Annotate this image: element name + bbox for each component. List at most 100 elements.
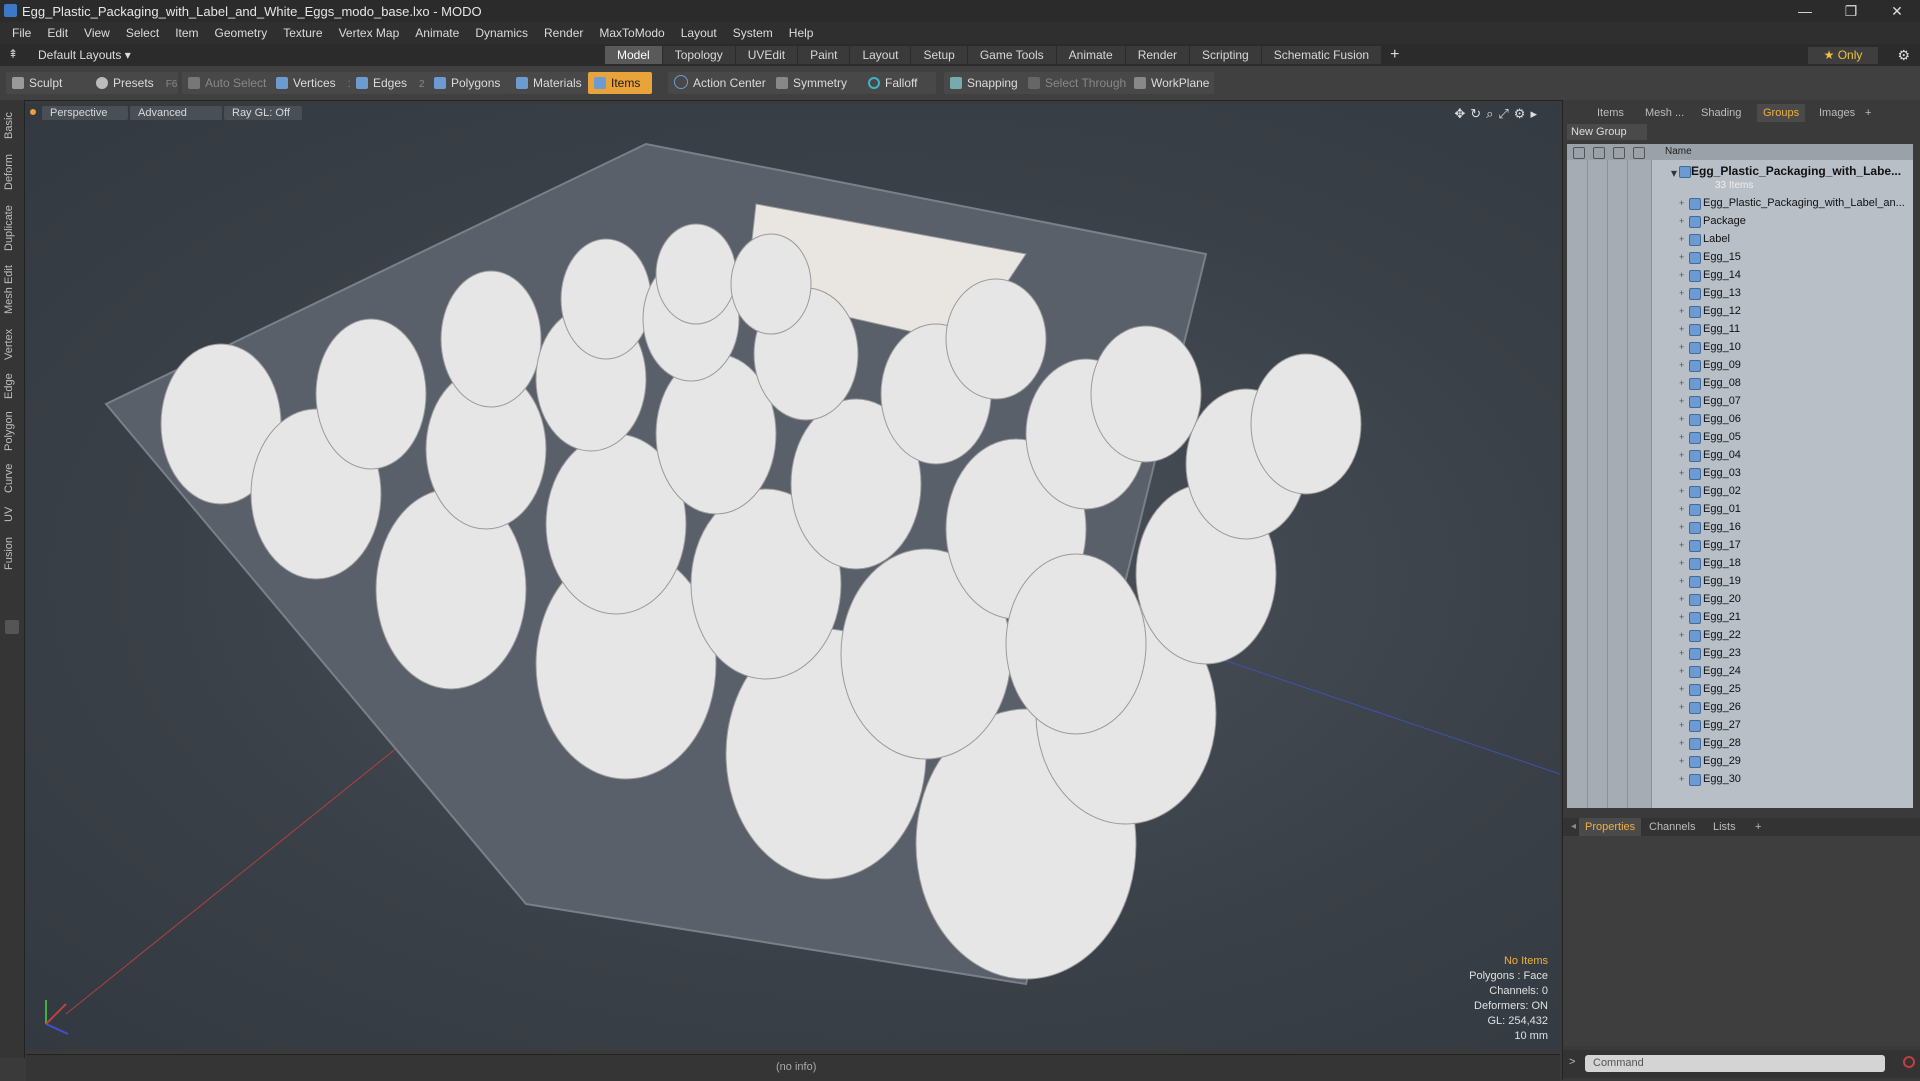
menu-edit[interactable]: Edit [39, 22, 76, 44]
expand-icon[interactable]: + [1679, 518, 1684, 536]
tab-lists[interactable]: Lists [1707, 818, 1742, 836]
tab-render[interactable]: Render [1125, 46, 1191, 64]
group-child-item[interactable]: + Egg_28 [1567, 734, 1913, 752]
group-name[interactable]: Egg_Plastic_Packaging_with_Labe... [1691, 164, 1901, 178]
shading-advanced-dropdown[interactable]: Advanced [130, 106, 222, 120]
menu-animate[interactable]: Animate [407, 22, 467, 44]
symmetry-button[interactable]: Symmetry [770, 72, 864, 94]
expand-icon[interactable]: + [1679, 212, 1684, 230]
group-child-item[interactable]: + Egg_21 [1567, 608, 1913, 626]
expand-icon[interactable]: + [1679, 374, 1684, 392]
expand-icon[interactable]: + [1679, 302, 1684, 320]
expand-icon[interactable]: + [1679, 752, 1684, 770]
add-properties-tab[interactable]: + [1749, 818, 1767, 836]
group-child-item[interactable]: + Label [1567, 230, 1913, 248]
group-child-item[interactable]: + Egg_07 [1567, 392, 1913, 410]
group-child-item[interactable]: + Package [1567, 212, 1913, 230]
sculpt-button[interactable]: Sculpt [6, 72, 94, 94]
command-input[interactable]: Command [1585, 1055, 1885, 1072]
expand-icon[interactable]: + [1679, 698, 1684, 716]
vtab-polygon[interactable]: Polygon [3, 408, 21, 454]
viewport-menu-icon[interactable] [30, 109, 36, 115]
expand-icon[interactable]: + [1679, 284, 1684, 302]
vtab-edge[interactable]: Edge [3, 370, 21, 402]
expand-icon[interactable]: + [1679, 446, 1684, 464]
collapse-icon[interactable]: ▾ [1671, 166, 1677, 180]
falloff-button[interactable]: Falloff [862, 72, 936, 94]
expand-icon[interactable]: + [1679, 410, 1684, 428]
menu-render[interactable]: Render [536, 22, 591, 44]
menu-system[interactable]: System [725, 22, 781, 44]
auto-select-button[interactable]: Auto Select [182, 72, 274, 94]
tab-schematic-fusion[interactable]: Schematic Fusion [1261, 46, 1383, 64]
3d-viewport[interactable]: Perspective Advanced Ray GL: Off ✥↻⌕⤢⚙▸ … [26, 104, 1560, 1050]
menu-item[interactable]: Item [167, 22, 206, 44]
menu-layout[interactable]: Layout [673, 22, 725, 44]
minimize-button[interactable]: — [1782, 0, 1828, 22]
add-panel-tab[interactable]: + [1859, 104, 1877, 122]
viewport-nav-icons[interactable]: ✥↻⌕⤢⚙▸ [1454, 106, 1542, 122]
add-tab-button[interactable]: + [1390, 46, 1399, 64]
tab-model[interactable]: Model [605, 46, 663, 64]
group-child-item[interactable]: + Egg_06 [1567, 410, 1913, 428]
group-child-item[interactable]: + Egg_03 [1567, 464, 1913, 482]
only-toggle[interactable]: ★ Only [1808, 47, 1878, 64]
expand-icon[interactable]: + [1679, 482, 1684, 500]
group-child-item[interactable]: + Egg_25 [1567, 680, 1913, 698]
vtab-fusion[interactable]: Fusion [3, 532, 21, 574]
expand-icon[interactable]: + [1679, 464, 1684, 482]
group-child-item[interactable]: + Egg_02 [1567, 482, 1913, 500]
group-child-item[interactable]: + Egg_15 [1567, 248, 1913, 266]
menu-geometry[interactable]: Geometry [207, 22, 276, 44]
vtab-deform[interactable]: Deform [3, 150, 21, 194]
expand-icon[interactable]: + [1679, 644, 1684, 662]
menu-maxtomodo[interactable]: MaxToModo [591, 22, 672, 44]
tab-scripting[interactable]: Scripting [1190, 46, 1262, 64]
presets-button[interactable]: Presets F6 [90, 72, 178, 94]
tab-channels[interactable]: Channels [1643, 818, 1701, 836]
expand-icon[interactable]: + [1679, 662, 1684, 680]
menu-vertex-map[interactable]: Vertex Map [331, 22, 408, 44]
close-button[interactable]: ✕ [1874, 0, 1920, 22]
new-group-button[interactable]: New Group [1567, 124, 1647, 140]
edges-button[interactable]: Edges 2 [350, 72, 440, 94]
expand-icon[interactable]: + [1679, 320, 1684, 338]
tab-paint[interactable]: Paint [798, 46, 851, 64]
items-button[interactable]: Items [588, 72, 652, 94]
expand-icon[interactable]: + [1679, 590, 1684, 608]
panel-toggle-icon[interactable] [5, 620, 19, 634]
expand-icon[interactable]: + [1679, 608, 1684, 626]
group-child-item[interactable]: + Egg_20 [1567, 590, 1913, 608]
tab-uvedit[interactable]: UVEdit [735, 46, 799, 64]
layout-toggle-icon[interactable]: ⇞ [8, 47, 18, 61]
eye-icon[interactable] [1573, 147, 1585, 159]
group-child-item[interactable]: + Egg_09 [1567, 356, 1913, 374]
group-child-item[interactable]: + Egg_27 [1567, 716, 1913, 734]
select-icon[interactable] [1633, 147, 1645, 159]
expand-icon[interactable]: + [1679, 500, 1684, 518]
tab-properties[interactable]: Properties [1579, 818, 1642, 836]
tab-mesh[interactable]: Mesh ... [1639, 104, 1690, 122]
expand-icon[interactable]: + [1679, 194, 1684, 212]
tab-groups[interactable]: Groups [1757, 104, 1806, 122]
group-child-item[interactable]: + Egg_Plastic_Packaging_with_Label_an... [1567, 194, 1913, 212]
group-child-item[interactable]: + Egg_10 [1567, 338, 1913, 356]
group-child-item[interactable]: + Egg_18 [1567, 554, 1913, 572]
action-center-button[interactable]: Action Center [668, 72, 772, 94]
expand-icon[interactable]: + [1679, 770, 1684, 788]
render-icon[interactable] [1593, 147, 1605, 159]
group-child-item[interactable]: + Egg_04 [1567, 446, 1913, 464]
menu-help[interactable]: Help [781, 22, 822, 44]
tab-animate[interactable]: Animate [1056, 46, 1126, 64]
expand-icon[interactable]: + [1679, 680, 1684, 698]
expand-icon[interactable]: + [1679, 734, 1684, 752]
vtab-mesh-edit[interactable]: Mesh Edit [3, 262, 21, 318]
group-child-item[interactable]: + Egg_30 [1567, 770, 1913, 788]
workplane-button[interactable]: WorkPlane [1128, 72, 1214, 94]
menu-select[interactable]: Select [118, 22, 167, 44]
expand-icon[interactable]: + [1679, 338, 1684, 356]
group-child-item[interactable]: + Egg_11 [1567, 320, 1913, 338]
group-child-item[interactable]: + Egg_24 [1567, 662, 1913, 680]
group-child-item[interactable]: + Egg_19 [1567, 572, 1913, 590]
gear-icon[interactable]: ⚙ [1897, 47, 1910, 64]
